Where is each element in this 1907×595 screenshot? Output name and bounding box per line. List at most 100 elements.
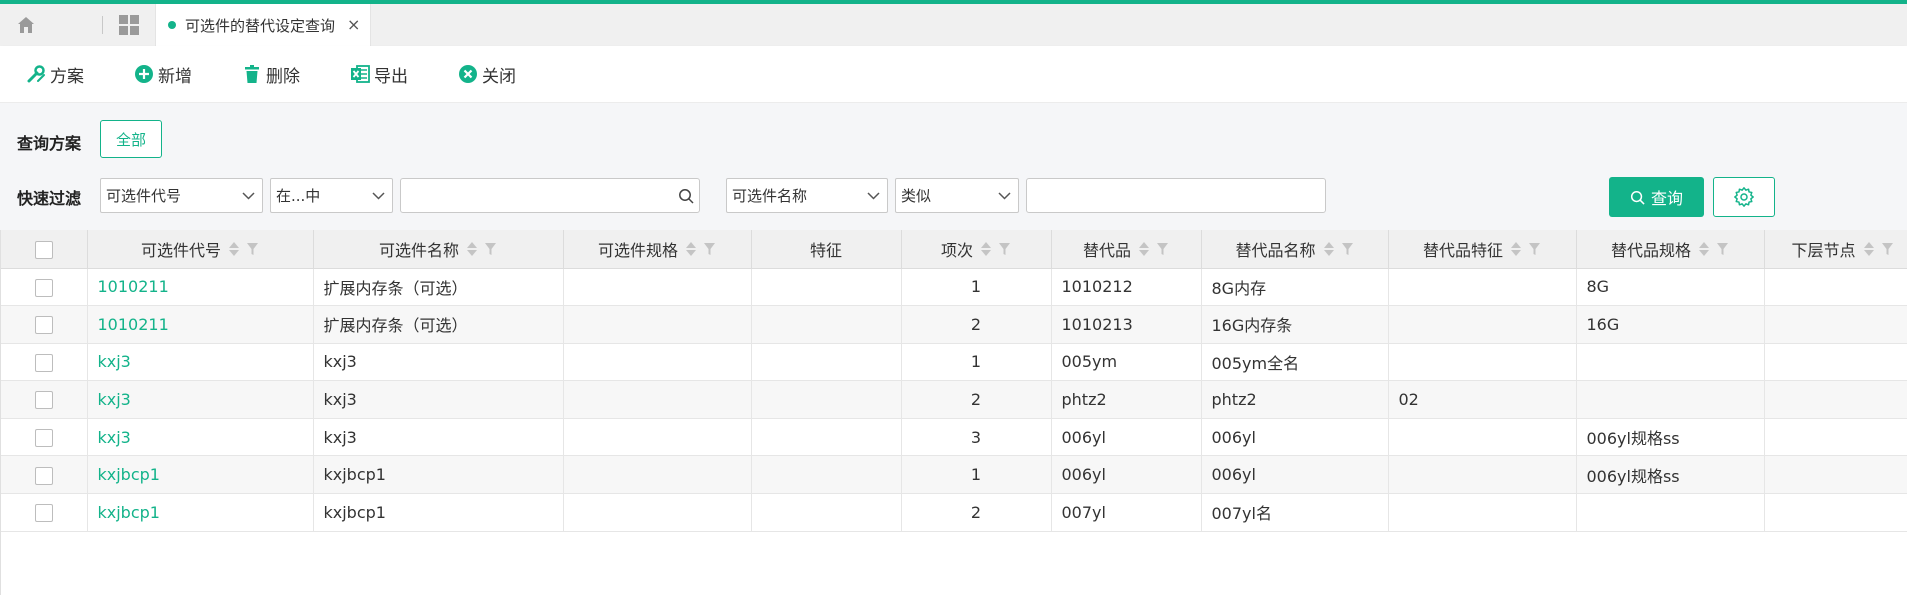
tab-close-button[interactable]: × <box>347 17 360 33</box>
sort-icon[interactable] <box>228 241 240 257</box>
field2-select[interactable]: 可选件名称 <box>726 178 888 213</box>
filter-icon[interactable] <box>703 242 716 256</box>
table-cell[interactable]: kxj3 <box>87 380 314 419</box>
table-cell: 006yl <box>1051 455 1202 495</box>
filter-icon[interactable] <box>1341 242 1354 256</box>
row-checkbox[interactable] <box>34 466 53 485</box>
column-header[interactable]: 可选件规格 <box>563 230 752 269</box>
delete-button[interactable]: 删除 <box>242 62 300 87</box>
table-cell <box>751 418 902 457</box>
settings-button[interactable] <box>1713 177 1775 217</box>
select-all-checkbox[interactable] <box>34 240 53 259</box>
op1-select[interactable]: 在...中 <box>270 178 393 213</box>
row-select-cell[interactable] <box>1 493 88 532</box>
table-cell: 1 <box>901 343 1052 382</box>
scheme-all-button[interactable]: 全部 <box>100 120 162 158</box>
table-row[interactable]: 1010211 扩展内存条（可选） 2 1010213 16G内存条 16G <box>1 305 1907 344</box>
sort-icon[interactable] <box>1323 241 1335 257</box>
table-row[interactable]: 1010211 扩展内存条（可选） 1 1010212 8G内存 8G <box>1 268 1907 307</box>
row-select-cell[interactable] <box>1 380 88 419</box>
filter-icon[interactable] <box>1528 242 1541 256</box>
row-checkbox[interactable] <box>34 278 53 297</box>
row-checkbox[interactable] <box>34 391 53 410</box>
table-cell <box>563 380 752 419</box>
table-cell[interactable]: kxjbcp1 <box>87 455 314 495</box>
column-header-label: 替代品名称 <box>1235 240 1316 260</box>
table-cell: 006yl <box>1201 455 1389 495</box>
table-cell <box>1576 343 1765 382</box>
column-header[interactable]: 替代品特征 <box>1388 230 1577 269</box>
column-header[interactable]: 可选件名称 <box>313 230 564 269</box>
home-button[interactable] <box>0 4 52 46</box>
tab-optional-substitute-query[interactable]: 可选件的替代设定查询 × <box>155 4 372 46</box>
row-checkbox[interactable] <box>34 316 53 335</box>
column-header-content: 可选件名称 <box>314 237 563 261</box>
filter-icon[interactable] <box>1156 242 1169 256</box>
column-header[interactable]: 替代品规格 <box>1576 230 1765 269</box>
value2-input[interactable] <box>1026 178 1326 213</box>
table-row[interactable]: kxjbcp1 kxjbcp1 2 007yl 007yl名 <box>1 493 1907 532</box>
sort-icon[interactable] <box>1510 241 1522 257</box>
table-row[interactable]: kxj3 kxj3 2 phtz2 phtz2 02 <box>1 380 1907 419</box>
field1-select[interactable]: 可选件代号 <box>100 178 263 213</box>
op2-select[interactable]: 类似 <box>895 178 1019 213</box>
sort-icon[interactable] <box>1698 241 1710 257</box>
table-row[interactable]: kxj3 kxj3 1 005ym 005ym全名 <box>1 343 1907 382</box>
header-select-all[interactable] <box>1 230 88 269</box>
value1-input[interactable] <box>400 178 700 213</box>
row-checkbox[interactable] <box>34 504 53 523</box>
table-cell: 02 <box>1388 380 1577 419</box>
apps-button[interactable] <box>103 4 155 46</box>
table-cell <box>1388 493 1577 532</box>
table-cell[interactable]: kxjbcp1 <box>87 493 314 532</box>
table-row[interactable]: kxjbcp1 kxjbcp1 1 006yl 006yl 006yl规格ss <box>1 455 1907 495</box>
table-row[interactable]: kxj3 kxj3 3 006yl 006yl 006yl规格ss <box>1 418 1907 457</box>
column-header[interactable]: 下层节点 <box>1764 230 1907 269</box>
tab-active-dot <box>168 21 176 29</box>
export-button[interactable]: 导出 <box>350 62 408 87</box>
sort-icon[interactable] <box>1863 241 1875 257</box>
search-icon[interactable] <box>678 188 694 204</box>
export-button-label: 导出 <box>374 66 408 87</box>
filter-icon[interactable] <box>246 242 259 256</box>
x-circle-icon <box>459 65 477 83</box>
table-cell[interactable]: 1010211 <box>87 305 314 344</box>
filter-icon[interactable] <box>1716 242 1729 256</box>
column-header[interactable]: 可选件代号 <box>87 230 314 269</box>
column-header-label: 可选件名称 <box>378 240 459 260</box>
column-header[interactable]: 替代品 <box>1051 230 1202 269</box>
sort-icon[interactable] <box>1138 241 1150 257</box>
row-select-cell[interactable] <box>1 343 88 382</box>
sort-icon[interactable] <box>980 241 992 257</box>
column-header[interactable]: 替代品名称 <box>1201 230 1389 269</box>
sort-icon[interactable] <box>466 241 478 257</box>
table-cell[interactable]: kxj3 <box>87 418 314 457</box>
chevron-down-icon <box>867 191 880 200</box>
table-cell[interactable]: 1010211 <box>87 268 314 307</box>
add-button[interactable]: 新增 <box>134 62 192 87</box>
row-select-cell[interactable] <box>1 305 88 344</box>
table-cell <box>563 455 752 495</box>
table-cell[interactable]: kxj3 <box>87 343 314 382</box>
column-header[interactable]: 特征 <box>751 230 902 269</box>
filter-icon[interactable] <box>1881 242 1894 256</box>
row-checkbox[interactable] <box>34 353 53 372</box>
row-select-cell[interactable] <box>1 455 88 495</box>
table-cell: 007yl <box>1051 493 1202 532</box>
column-header-label: 替代品规格 <box>1610 240 1691 260</box>
excel-icon <box>351 65 370 83</box>
column-header-content: 特征 <box>752 237 901 261</box>
table-cell: 005ym全名 <box>1201 343 1389 382</box>
scheme-button[interactable]: 方案 <box>26 62 84 87</box>
row-checkbox[interactable] <box>34 428 53 447</box>
close-button[interactable]: 关闭 <box>458 62 516 87</box>
op1-value: 在...中 <box>276 187 321 205</box>
filter-panel: 查询方案 全部 快速过滤 可选件代号 在...中 可选件名称 类似 查询 <box>0 103 1907 230</box>
row-select-cell[interactable] <box>1 418 88 457</box>
sort-icon[interactable] <box>685 241 697 257</box>
query-button[interactable]: 查询 <box>1609 177 1704 217</box>
row-select-cell[interactable] <box>1 268 88 307</box>
filter-icon[interactable] <box>484 242 497 256</box>
filter-icon[interactable] <box>998 242 1011 256</box>
column-header[interactable]: 项次 <box>901 230 1052 269</box>
